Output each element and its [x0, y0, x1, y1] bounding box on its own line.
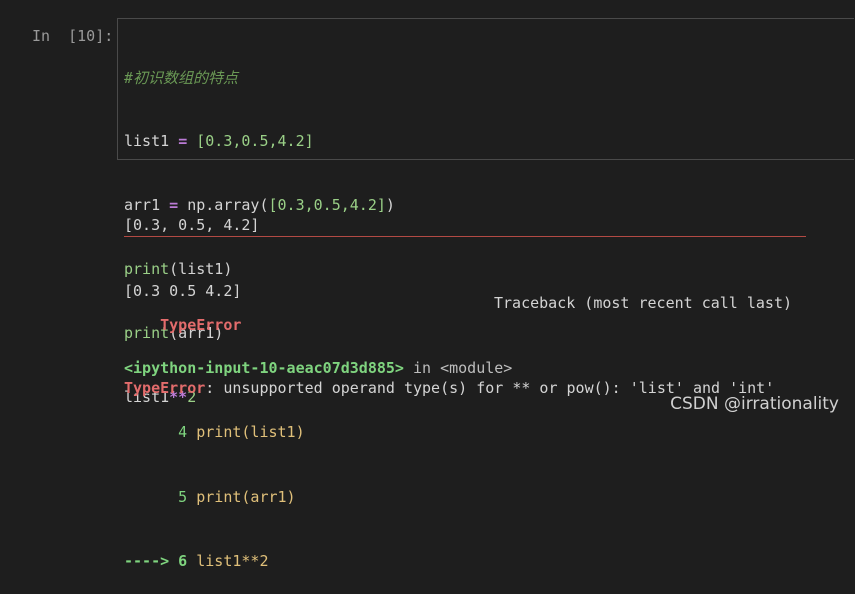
traceback-frame-current: ----> 6 list1**2	[124, 551, 512, 573]
traceback-header: TypeError Traceback (most recent call la…	[124, 293, 792, 334]
traceback-frame: 5 print(arr1)	[124, 487, 512, 509]
traceback-module: <module>	[440, 358, 513, 377]
frame-prefix: 5	[124, 487, 197, 506]
traceback-in: in	[403, 358, 441, 377]
cell-prompt: In [10]:	[32, 27, 114, 45]
final-error-name: TypeError	[124, 379, 206, 397]
traceback: TypeError Traceback (most recent call la…	[124, 250, 792, 594]
frame-prefix: ----> 6	[124, 552, 197, 570]
traceback-header-right: Traceback (most recent call last)	[494, 294, 793, 312]
traceback-frame: 4 print(list1)	[124, 422, 512, 444]
frame-code: list1**2	[196, 552, 269, 570]
output-line: [0.3, 0.5, 4.2]	[124, 216, 260, 234]
code-line-list1: list1 = [0.3,0.5,4.2]	[124, 132, 314, 151]
traceback-file: <ipython-input-10-aeac07d3d885>	[124, 358, 404, 377]
traceback-location: <ipython-input-10-aeac07d3d885> in <modu…	[124, 358, 512, 380]
code-line-comment: #初识数组的特点	[124, 68, 239, 87]
frame-prefix: 4	[124, 423, 197, 441]
code-cell-input[interactable]: #初识数组的特点 list1 = [0.3,0.5,4.2] arr1 = np…	[117, 18, 854, 406]
frame-code: print(arr1)	[196, 487, 296, 506]
watermark: CSDN @irrationality	[670, 394, 839, 414]
frame-code: print(list1)	[196, 423, 305, 441]
error-name: TypeError	[160, 315, 242, 334]
traceback-separator	[124, 236, 806, 237]
